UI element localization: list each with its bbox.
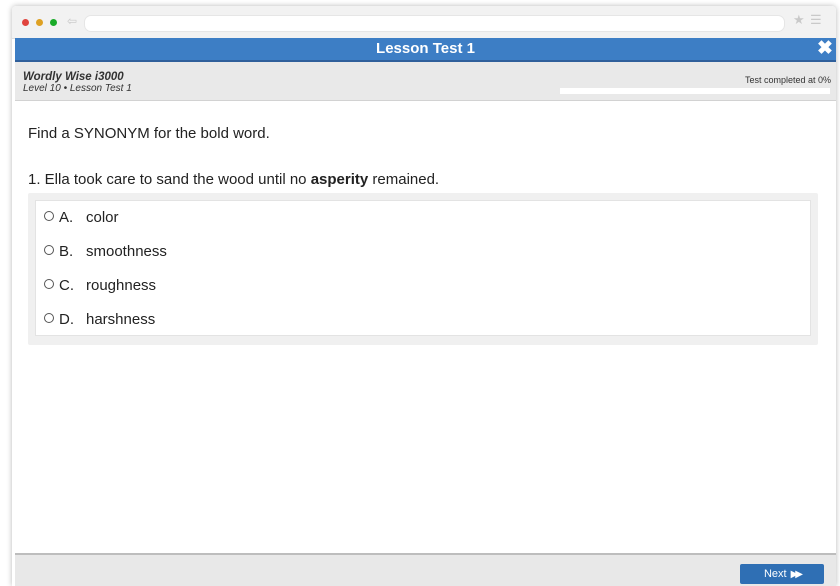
test-info-bar: Wordly Wise i3000 Level 10 • Lesson Test… <box>15 62 836 101</box>
answer-choices-panel: A. color B. smoothness C. roughness D. h… <box>28 193 818 345</box>
level-label: Level 10 • Lesson Test 1 <box>23 83 132 94</box>
radio-button[interactable] <box>44 211 54 221</box>
footer-bar: Next ▶▶ <box>15 553 836 586</box>
product-name: Wordly Wise i3000 <box>23 71 124 83</box>
choice-text: color <box>86 209 119 226</box>
question-prefix: 1. Ella took care to sand the wood until… <box>28 171 311 188</box>
choice-letter: B. <box>59 243 74 260</box>
back-arrow-icon[interactable]: ⇦ <box>67 14 77 28</box>
page-title: Lesson Test 1 <box>376 40 475 57</box>
choice-text: roughness <box>86 277 157 294</box>
bold-word: asperity <box>310 171 369 188</box>
choice-text: harshness <box>86 311 156 328</box>
close-window-dot[interactable] <box>22 19 29 26</box>
maximize-window-dot[interactable] <box>50 19 57 26</box>
app-window: ⇦ ★ ☰ Lesson Test 1 ✖ Wordly Wise i3000 … <box>12 6 836 586</box>
choice-letter: A. <box>59 209 74 226</box>
radio-button[interactable] <box>44 279 54 289</box>
choice-letter: C. <box>59 277 74 294</box>
next-label: Next <box>763 568 787 580</box>
choice-c[interactable]: C. roughness <box>44 275 344 297</box>
hamburger-menu-icon[interactable]: ☰ <box>810 12 822 28</box>
browser-toolbar: ⇦ ★ ☰ <box>12 6 836 39</box>
question-suffix: remained. <box>368 171 440 188</box>
instruction-text: Find a SYNONYM for the bold word. <box>28 125 270 142</box>
fast-forward-icon: ▶▶ <box>790 569 804 580</box>
choice-text: smoothness <box>86 243 167 260</box>
progress-label: Test completed at 0% <box>744 75 831 85</box>
choice-letter: D. <box>59 311 74 328</box>
star-icon[interactable]: ★ <box>793 12 805 28</box>
question-text: 1. Ella took care to sand the wood until… <box>28 171 439 189</box>
address-bar[interactable] <box>84 15 785 32</box>
radio-button[interactable] <box>44 245 54 255</box>
choice-d[interactable]: D. harshness <box>44 309 344 331</box>
choice-b[interactable]: B. smoothness <box>44 241 344 263</box>
lesson-title-bar: Lesson Test 1 ✖ <box>15 38 836 62</box>
close-icon[interactable]: ✖ <box>816 38 834 60</box>
progress-bar <box>560 88 830 94</box>
next-button[interactable]: Next ▶▶ <box>740 564 824 584</box>
minimize-window-dot[interactable] <box>36 19 43 26</box>
radio-button[interactable] <box>44 313 54 323</box>
answer-choices-list: A. color B. smoothness C. roughness D. h… <box>35 200 811 336</box>
question-area: Find a SYNONYM for the bold word. 1. Ell… <box>15 101 836 552</box>
choice-a[interactable]: A. color <box>44 207 344 229</box>
